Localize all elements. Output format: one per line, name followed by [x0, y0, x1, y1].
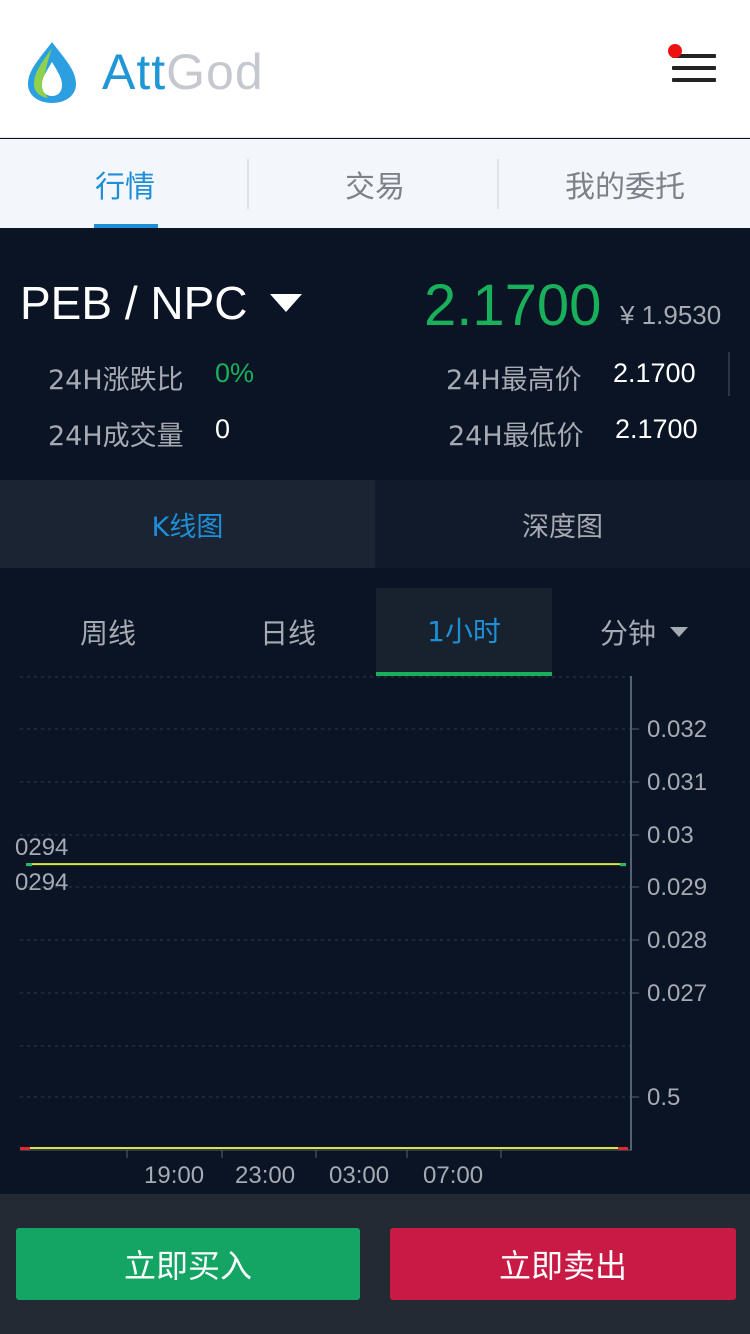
tab-market[interactable]: 行情: [0, 139, 250, 228]
price-tick-label: 0.031: [647, 769, 707, 796]
cny-price: ¥ 1.9530: [620, 300, 722, 330]
price-tick-label: 0.029: [647, 874, 707, 901]
price-tick-label: 0.03: [647, 822, 694, 849]
price-line-label: 0294: [15, 834, 68, 861]
main-nav-tabs: 行情 交易 我的委托: [0, 139, 750, 228]
period-tab-daily[interactable]: 日线: [200, 588, 376, 676]
volume-series-end-marker: [618, 1147, 628, 1150]
tab-depth[interactable]: 深度图: [375, 480, 750, 568]
price-series-end-marker: [620, 863, 626, 867]
period-tab-1hour[interactable]: 1小时: [376, 588, 552, 676]
time-tick-label: 07:00: [423, 1162, 483, 1189]
logo-text-primary: Att: [102, 44, 167, 100]
kline-chart[interactable]: 0.032 0.031 0.03 0.029 0.028 0.027 0.5 1…: [0, 676, 750, 1194]
pair-name: PEB / NPC: [20, 277, 248, 329]
app-header: AttGod: [0, 0, 750, 138]
change-value: 0%: [215, 358, 255, 388]
kline-chart-svg: 0.032 0.031 0.03 0.029 0.028 0.027 0.5 1…: [15, 676, 707, 1189]
last-price: 2.1700: [424, 273, 602, 338]
time-tick-label: 23:00: [235, 1162, 295, 1189]
price-tick-label: 0.027: [647, 980, 707, 1007]
leaf-drop-icon: [28, 42, 76, 103]
volume-label: 24H成交量: [48, 421, 184, 452]
high-value: 2.1700: [613, 358, 696, 388]
high-label: 24H最高价: [446, 365, 582, 396]
buy-button[interactable]: 立即买入: [16, 1228, 360, 1300]
sell-button[interactable]: 立即卖出: [390, 1228, 736, 1300]
caret-down-icon: [670, 627, 688, 637]
period-tab-weekly[interactable]: 周线: [20, 588, 196, 676]
volume-value: 0: [215, 414, 231, 444]
tab-kline[interactable]: K线图: [0, 480, 375, 568]
action-footer: 立即买入 立即卖出: [0, 1194, 750, 1334]
period-tab-minute-label: 分钟: [599, 617, 656, 650]
low-label: 24H最低价: [448, 421, 584, 452]
price-axis-ticks-marks: [631, 728, 639, 1098]
chart-type-tabs: K线图 深度图: [0, 480, 750, 568]
attgod-logo[interactable]: AttGod: [24, 40, 264, 104]
pair-selector[interactable]: PEB / NPC: [20, 276, 302, 330]
stats-divider: [728, 352, 730, 396]
logo-text: AttGod: [102, 43, 264, 101]
time-axis-ticks-marks: [126, 1150, 502, 1158]
caret-down-icon: [269, 294, 302, 312]
period-tabs: 周线 日线 1小时 分钟: [0, 588, 750, 676]
hamburger-menu-icon[interactable]: [668, 44, 720, 88]
period-tab-minute[interactable]: 分钟: [556, 588, 732, 676]
tab-divider: [247, 159, 249, 209]
price-line-label: 0294: [15, 869, 68, 896]
ticker-panel: PEB / NPC 2.1700 ¥ 1.9530 24H涨跌比 0% 24H成…: [0, 228, 750, 480]
price-tick-label: 0.028: [647, 927, 707, 954]
tab-divider: [497, 159, 499, 209]
notification-dot: [668, 44, 682, 58]
time-tick-label: 03:00: [329, 1162, 389, 1189]
tab-my-orders[interactable]: 我的委托: [500, 139, 750, 228]
price-series-start-marker: [26, 863, 32, 867]
change-label: 24H涨跌比: [48, 365, 184, 396]
chart-gridlines: [20, 676, 632, 1098]
price-tick-label: 0.032: [647, 716, 707, 743]
time-tick-label: 19:00: [144, 1162, 204, 1189]
volume-series-start-marker: [20, 1147, 30, 1150]
logo-text-secondary: God: [166, 44, 264, 100]
volume-tick-label: 0.5: [647, 1084, 680, 1111]
low-value: 2.1700: [615, 414, 698, 444]
tab-trade[interactable]: 交易: [250, 139, 500, 228]
